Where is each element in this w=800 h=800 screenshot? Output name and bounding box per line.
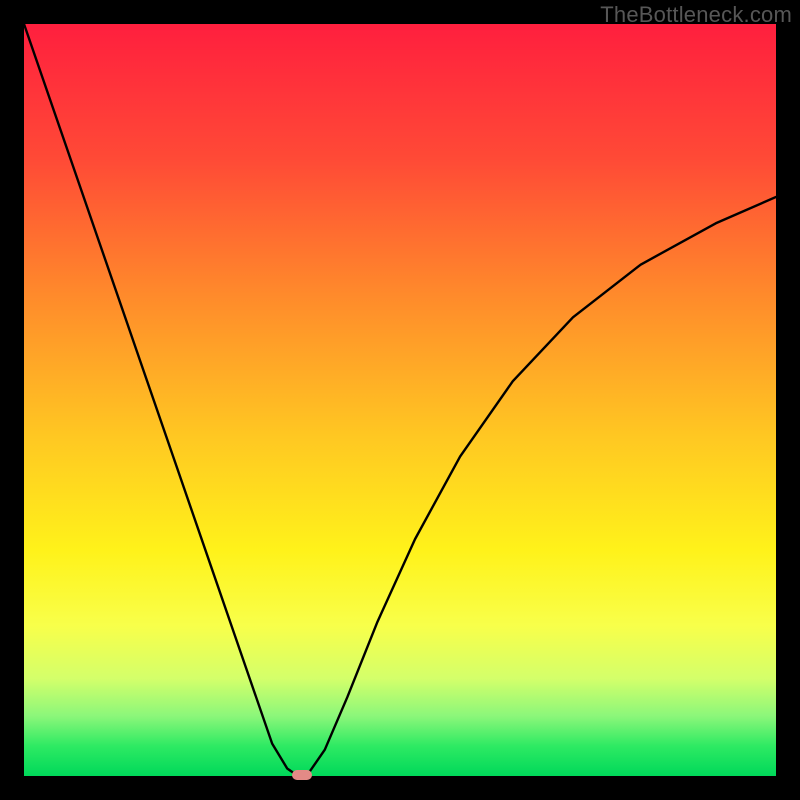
bottleneck-curve [24, 24, 776, 776]
outer-frame: TheBottleneck.com [0, 0, 800, 800]
curve-svg [24, 24, 776, 776]
plot-area [24, 24, 776, 776]
minimum-marker [292, 770, 312, 780]
